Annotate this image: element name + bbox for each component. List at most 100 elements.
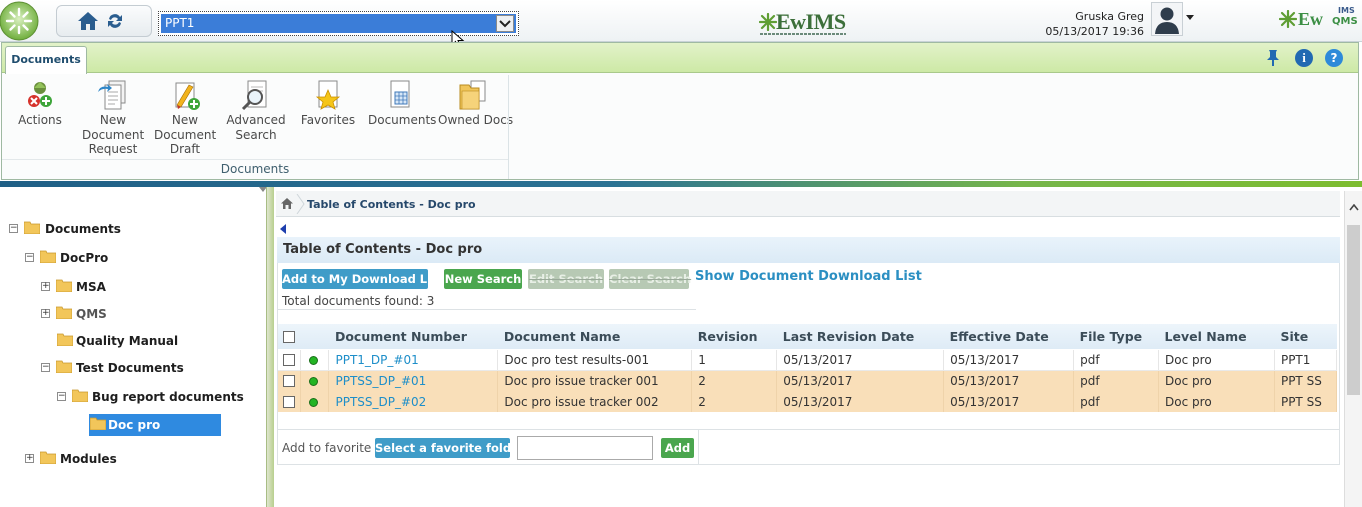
show-document-download-list-link[interactable]: Show Document Download List bbox=[695, 269, 922, 284]
tree-node-label: Doc pro bbox=[108, 418, 161, 432]
last-revision-date: 05/13/2017 bbox=[776, 370, 945, 391]
total-documents-count: Total documents found: 3 bbox=[282, 294, 435, 308]
chevron-down-icon[interactable] bbox=[496, 15, 514, 32]
documents-label: Documents bbox=[368, 113, 437, 127]
scroll-up-icon[interactable] bbox=[1349, 204, 1359, 211]
ribbon-group-label: Documents bbox=[220, 162, 290, 176]
actions-button[interactable]: Actions bbox=[18, 79, 62, 128]
tree-node-label: Test Documents bbox=[76, 361, 184, 375]
revision: 2 bbox=[691, 370, 778, 391]
folder-icon bbox=[24, 221, 40, 234]
column-header-site[interactable]: Site bbox=[1274, 324, 1337, 350]
tree-node-label: Modules bbox=[60, 452, 117, 466]
site-select-value: PPT1 bbox=[165, 16, 195, 30]
main-content: Table of Contents - Doc pro Table of Con… bbox=[274, 187, 1362, 507]
add-favorite-button[interactable]: Add bbox=[661, 438, 694, 458]
column-header-document-number[interactable]: Document Number bbox=[328, 324, 498, 350]
collapse-icon[interactable]: − bbox=[9, 224, 18, 233]
owned-docs-label: Owned Docs bbox=[438, 113, 514, 127]
new-document-request-icon bbox=[98, 80, 126, 110]
avatar[interactable] bbox=[1151, 2, 1183, 36]
refresh-icon[interactable] bbox=[105, 11, 125, 31]
favorites-button[interactable]: Favorites bbox=[299, 79, 357, 128]
collapse-icon[interactable]: − bbox=[41, 363, 50, 372]
row-checkbox[interactable] bbox=[283, 396, 295, 408]
edit-search-button[interactable]: Edit Search bbox=[528, 269, 604, 289]
last-revision-date: 05/13/2017 bbox=[776, 391, 945, 412]
home-icon[interactable] bbox=[77, 11, 99, 31]
favorite-folder-field[interactable] bbox=[517, 436, 653, 460]
favorites-star-icon bbox=[315, 80, 341, 110]
folder-icon bbox=[40, 451, 56, 464]
site: PPT SS bbox=[1274, 391, 1338, 412]
document-tree: − Documents − DocPro + MSA + QMS Quality… bbox=[0, 187, 267, 507]
divider bbox=[277, 464, 699, 465]
folder-icon bbox=[56, 306, 72, 319]
expand-icon[interactable]: + bbox=[41, 309, 50, 318]
clear-search-button[interactable]: Clear Search bbox=[609, 269, 691, 289]
actions-label: Actions bbox=[18, 113, 62, 127]
document-number-link[interactable]: PPTSS_DP_#02 bbox=[328, 391, 499, 412]
table-row[interactable]: PPT1_DP_#01 Doc pro test results-001 1 0… bbox=[278, 349, 1338, 371]
new-document-draft-icon bbox=[175, 82, 200, 110]
page-title: Table of Contents - Doc pro bbox=[277, 237, 1340, 263]
expand-icon[interactable]: + bbox=[25, 454, 34, 463]
documents-button[interactable]: Documents bbox=[368, 79, 437, 128]
tree-node-label: MSA bbox=[76, 280, 106, 294]
tree-splitter[interactable] bbox=[266, 187, 274, 507]
home-icon[interactable] bbox=[280, 197, 294, 210]
column-header-level-name[interactable]: Level Name bbox=[1158, 324, 1275, 350]
logo-ew-text: Ew bbox=[1298, 9, 1324, 29]
user-name: Gruska Greg bbox=[1075, 10, 1144, 23]
ewims-qms-logo: Ew IMS QMS bbox=[1278, 6, 1358, 36]
column-header-revision[interactable]: Revision bbox=[691, 324, 777, 350]
select-all-checkbox[interactable] bbox=[283, 331, 295, 344]
app-menu-orb-icon[interactable] bbox=[0, 0, 40, 42]
select-favorite-folder-button[interactable]: Select a favorite folder bbox=[375, 438, 525, 458]
table-row[interactable]: PPTSS_DP_#01 Doc pro issue tracker 001 2… bbox=[278, 370, 1338, 391]
column-header-file-type[interactable]: File Type bbox=[1073, 324, 1159, 350]
new-search-button[interactable]: New Search bbox=[444, 269, 522, 289]
new-document-request-button[interactable]: New Document Request bbox=[82, 79, 144, 157]
folder-open-icon bbox=[90, 417, 106, 430]
scrollbar-thumb[interactable] bbox=[1347, 225, 1360, 395]
column-header-effective-date[interactable]: Effective Date bbox=[943, 324, 1074, 350]
owned-docs-folder-icon bbox=[459, 80, 486, 110]
tree-node-label: Bug report documents bbox=[92, 390, 244, 404]
effective-date: 05/13/2017 bbox=[943, 349, 1075, 371]
logo-qms-text: QMS bbox=[1332, 16, 1358, 27]
owned-docs-button[interactable]: Owned Docs bbox=[438, 79, 514, 128]
help-icon[interactable]: ? bbox=[1325, 49, 1343, 67]
info-icon[interactable]: i bbox=[1295, 49, 1313, 67]
effective-date: 05/13/2017 bbox=[943, 391, 1075, 412]
collapse-icon[interactable]: − bbox=[25, 253, 34, 262]
user-menu-caret-icon[interactable] bbox=[1186, 15, 1194, 20]
table-row[interactable]: PPTSS_DP_#02 Doc pro issue tracker 002 2… bbox=[278, 391, 1338, 412]
breadcrumb-item[interactable]: Table of Contents - Doc pro bbox=[307, 198, 476, 211]
last-revision-date: 05/13/2017 bbox=[776, 349, 945, 371]
effective-date: 05/13/2017 bbox=[943, 370, 1075, 391]
row-checkbox[interactable] bbox=[283, 375, 295, 388]
column-header-last-revision-date[interactable]: Last Revision Date bbox=[776, 324, 944, 350]
file-type: pdf bbox=[1073, 370, 1160, 391]
advanced-search-button[interactable]: Advanced Search bbox=[226, 79, 286, 142]
add-to-download-list-button[interactable]: Add to My Download List bbox=[282, 269, 443, 289]
add-to-favorite-label: Add to favorite bbox=[282, 441, 372, 455]
collapse-icon[interactable]: − bbox=[57, 392, 66, 401]
tab-documents[interactable]: Documents bbox=[5, 46, 87, 74]
expand-icon[interactable]: + bbox=[41, 282, 50, 291]
document-number-link[interactable]: PPTSS_DP_#01 bbox=[328, 370, 499, 391]
new-document-draft-button[interactable]: New Document Draft bbox=[154, 79, 216, 157]
document-number-link[interactable]: PPT1_DP_#01 bbox=[328, 349, 499, 371]
pin-icon[interactable] bbox=[1265, 49, 1281, 67]
collapse-left-icon[interactable] bbox=[280, 224, 286, 234]
level-name: Doc pro bbox=[1158, 349, 1275, 371]
document-name: Doc pro issue tracker 002 bbox=[497, 391, 693, 412]
column-header-document-name[interactable]: Document Name bbox=[497, 324, 692, 350]
revision: 2 bbox=[691, 391, 778, 412]
revision: 1 bbox=[691, 349, 778, 371]
vertical-scrollbar[interactable] bbox=[1344, 191, 1362, 507]
row-checkbox[interactable] bbox=[283, 354, 295, 366]
file-type: pdf bbox=[1073, 349, 1160, 371]
tree-node-label: Quality Manual bbox=[76, 334, 179, 348]
